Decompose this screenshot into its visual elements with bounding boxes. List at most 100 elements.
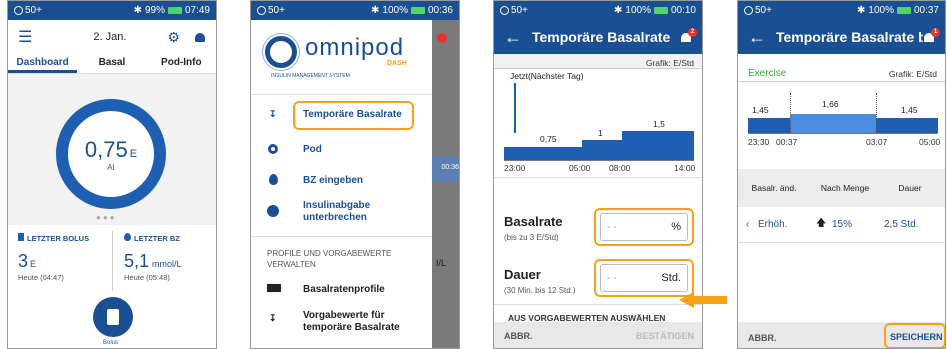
summary-header: Basalr. änd. Nach Menge Dauer bbox=[738, 169, 945, 207]
back-arrow-icon[interactable]: ← bbox=[748, 27, 766, 48]
clock: 00:37 bbox=[913, 5, 939, 16]
confirm-button[interactable]: BESTÄTIGEN bbox=[636, 331, 694, 341]
duration-input[interactable]: - - Std. bbox=[600, 264, 688, 292]
change-amount: 15% bbox=[832, 219, 853, 230]
menu-item-temp-presets[interactable]: Vorgabewerte für temporäre Basalrate bbox=[303, 310, 423, 334]
duration-label: Dauer bbox=[504, 267, 541, 282]
bell-icon[interactable] bbox=[194, 31, 206, 44]
bell-icon[interactable]: 1 bbox=[923, 27, 940, 44]
bar-2 bbox=[582, 140, 622, 160]
insulin-dial: 0,75 E AI bbox=[56, 99, 166, 209]
graph-baseline bbox=[748, 133, 938, 134]
clock: 00:36 bbox=[427, 5, 453, 16]
date-label: 2. Jan. bbox=[93, 31, 127, 43]
basal-input[interactable]: - -% bbox=[600, 213, 688, 241]
duration-placeholder: - - bbox=[607, 272, 617, 284]
title-bar: ← Temporäre Basalrate be... 1 bbox=[738, 20, 945, 54]
page-title: Temporäre Basalrate bbox=[532, 29, 671, 45]
section-header: PROFILE UND VORGABEWERTE VERWALTEN bbox=[267, 249, 392, 269]
battery-icon bbox=[167, 7, 182, 14]
top-bar: ☰ 2. Jan. ⚙ bbox=[8, 20, 216, 54]
title-bar: ← Temporäre Basalrate 2 bbox=[494, 20, 702, 54]
basal-label: Basalrate bbox=[504, 214, 563, 229]
notification-count: 1 bbox=[931, 27, 940, 37]
brand-name: omnipod bbox=[305, 34, 405, 61]
bar-3 bbox=[876, 118, 938, 133]
tick-label: 00:37 bbox=[776, 137, 798, 147]
back-arrow-icon[interactable]: ← bbox=[504, 27, 522, 48]
temp-basal-preset-icon: ↧ bbox=[269, 313, 277, 323]
menu-item-temp-basal[interactable]: Temporäre Basalrate bbox=[303, 109, 402, 120]
save-button[interactable]: SPEICHERN bbox=[890, 332, 943, 342]
drop-icon bbox=[269, 174, 278, 185]
dial-sub: AI bbox=[107, 162, 115, 172]
screen-menu: 50+ ✱ 100% 00:36 00:36 I/L omnipod DASH IN… bbox=[250, 0, 460, 349]
now-label: Jetzt(Nächster Tag) bbox=[510, 71, 584, 81]
bar-label-2: 1 bbox=[598, 128, 603, 138]
chevron-left-icon[interactable]: ‹ bbox=[746, 219, 758, 230]
clock: 07:49 bbox=[184, 5, 210, 16]
duration-unit: Std. bbox=[661, 272, 681, 284]
menu-item-basal-profiles[interactable]: Basalratenprofile bbox=[303, 284, 385, 295]
basal-unit: % bbox=[671, 221, 681, 233]
bluetooth-icon: ✱ bbox=[857, 5, 866, 16]
last-bz-header: LETZTER BZ bbox=[124, 233, 180, 243]
clock: 00:10 bbox=[670, 5, 696, 16]
last-bolus-label: LETZTER BOLUS bbox=[27, 234, 90, 243]
bluetooth-icon: ✱ bbox=[371, 5, 380, 16]
battery-percent: 100% bbox=[868, 5, 894, 16]
graph-baseline bbox=[504, 160, 694, 161]
menu-item-suspend[interactable]: Insulinabgabe unterbrechen bbox=[303, 200, 403, 224]
bar-label-3: 1,5 bbox=[653, 119, 665, 129]
tab-dashboard[interactable]: Dashboard bbox=[8, 54, 78, 73]
bz-value: 5,1 bbox=[124, 251, 150, 271]
bg-text: I/L bbox=[436, 258, 447, 268]
menu-item-bz[interactable]: BZ eingeben bbox=[303, 175, 363, 186]
cancel-button[interactable]: ABBR. bbox=[504, 331, 533, 341]
bell-icon[interactable]: 2 bbox=[680, 27, 697, 44]
menu-drawer: omnipod DASH INSULIN MANAGEMENT SYSTEM ↧… bbox=[251, 20, 432, 348]
notification-badge bbox=[437, 33, 447, 43]
bar-label-2: 1,66 bbox=[822, 99, 839, 109]
summary-panel: LETZTER BOLUS LETZTER BZ 3E Heute (04:47… bbox=[8, 225, 216, 348]
tab-pod-info[interactable]: Pod-Info bbox=[147, 54, 216, 73]
menu-item-pod[interactable]: Pod bbox=[303, 144, 322, 155]
vial-icon bbox=[107, 309, 119, 325]
settings-icon[interactable]: ⚙ bbox=[167, 29, 180, 46]
signal-label: 50+ bbox=[511, 5, 528, 16]
preset-name: Exercise bbox=[748, 68, 787, 79]
battery-icon bbox=[896, 7, 911, 14]
status-bar: 50+ ✱ 99% 07:49 bbox=[8, 1, 216, 20]
bar-label-1: 1,45 bbox=[752, 105, 769, 115]
screen-dashboard: 50+ ✱ 99% 07:49 ☰ 2. Jan. ⚙ Dashboard Basa… bbox=[7, 0, 217, 349]
tab-basal[interactable]: Basal bbox=[77, 54, 146, 73]
last-bolus-header: LETZTER BOLUS bbox=[18, 233, 89, 243]
arrow-annotation bbox=[679, 292, 727, 308]
arrow-up-icon: 🡅 bbox=[816, 218, 827, 229]
signal-label: 50+ bbox=[268, 5, 285, 16]
battery-icon bbox=[410, 7, 425, 14]
drop-icon bbox=[124, 233, 131, 241]
page-dots: ●●● bbox=[96, 213, 117, 222]
status-bar: 50+ ✱ 100% 00:10 bbox=[494, 1, 702, 20]
tagline: INSULIN MANAGEMENT SYSTEM bbox=[271, 73, 350, 79]
menu-icon[interactable]: ☰ bbox=[18, 27, 32, 47]
signal-label: 50+ bbox=[755, 5, 772, 16]
bar-label-1: 0,75 bbox=[540, 134, 557, 144]
basal-profile-icon bbox=[267, 284, 281, 292]
bz-unit: mmol/L bbox=[152, 259, 182, 269]
pause-icon bbox=[267, 205, 279, 217]
bolus-button[interactable] bbox=[93, 297, 133, 337]
screen-temp-basal: 50+ ✱ 100% 00:10 ← Temporäre Basalrate 2 G… bbox=[493, 0, 703, 349]
change-type: Erhöh. bbox=[758, 219, 788, 230]
basal-placeholder: - - bbox=[607, 221, 617, 233]
bar-2 bbox=[790, 114, 876, 133]
status-bar: 50+ ✱ 100% 00:37 bbox=[738, 1, 945, 20]
cancel-button[interactable]: ABBR. bbox=[748, 333, 777, 343]
tab-bar: Dashboard Basal Pod-Info bbox=[8, 54, 216, 74]
bluetooth-icon: ✱ bbox=[614, 5, 623, 16]
temp-basal-icon: ↧ bbox=[269, 109, 277, 119]
graph-unit-label: Grafik: E/Std bbox=[888, 69, 937, 79]
now-marker bbox=[514, 83, 516, 133]
duration-hint: (30 Min. bis 12 Std.) bbox=[504, 286, 576, 295]
